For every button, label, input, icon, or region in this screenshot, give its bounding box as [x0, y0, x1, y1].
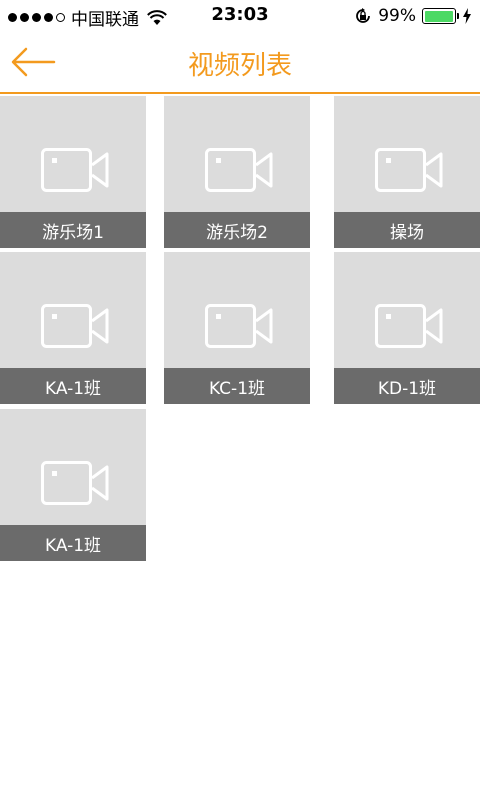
status-bar: 中国联通 23:03 99%: [0, 0, 480, 32]
video-tile-label: 操场: [334, 212, 480, 248]
video-tile-label: KA-1班: [0, 525, 146, 561]
status-right: 99%: [354, 6, 472, 26]
video-tile-label: KD-1班: [334, 368, 480, 404]
video-camera-icon: [205, 148, 273, 192]
nav-bar: 视频列表: [0, 32, 480, 94]
video-tile[interactable]: KC-1班: [164, 252, 310, 404]
video-camera-icon: [41, 304, 109, 348]
video-camera-icon: [375, 304, 443, 348]
page-title: 视频列表: [187, 51, 292, 81]
video-tile-label: 游乐场1: [0, 212, 146, 248]
charging-bolt-icon: [463, 8, 471, 24]
video-tile[interactable]: KA-1班: [0, 409, 146, 561]
battery-icon: [422, 8, 459, 24]
video-camera-icon: [375, 148, 443, 192]
video-tile-label: 游乐场2: [164, 212, 310, 248]
video-tile[interactable]: KD-1班: [334, 252, 480, 404]
video-tile-label: KC-1班: [164, 368, 310, 404]
rotation-lock-icon: [356, 8, 371, 23]
video-tile[interactable]: 游乐场1: [0, 96, 146, 248]
video-camera-icon: [41, 461, 109, 505]
video-tile[interactable]: KA-1班: [0, 252, 146, 404]
video-tile[interactable]: 操场: [334, 96, 480, 248]
video-tile-label: KA-1班: [0, 368, 146, 404]
video-camera-icon: [41, 148, 109, 192]
video-camera-icon: [205, 304, 273, 348]
battery-fill: [424, 10, 454, 22]
battery-percent: 99%: [378, 6, 416, 26]
video-tile[interactable]: 游乐场2: [164, 96, 310, 248]
